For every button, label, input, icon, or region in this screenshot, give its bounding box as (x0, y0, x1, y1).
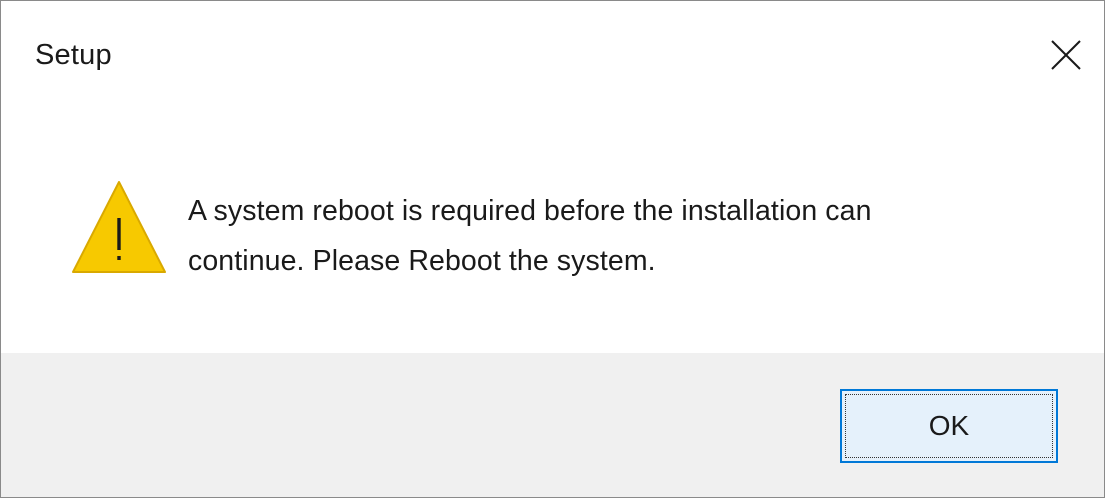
button-bar: OK (1, 353, 1104, 497)
dialog-content: A system reboot is required before the i… (1, 119, 1104, 353)
window-title: Setup (35, 39, 112, 71)
close-icon (1051, 40, 1081, 70)
message-line-2: continue. Please Reboot the system. (188, 245, 656, 277)
warning-icon (72, 181, 166, 273)
title-bar[interactable]: Setup (1, 1, 1104, 119)
message-text: A system reboot is required before the i… (188, 186, 1068, 286)
ok-button-label: OK (928, 410, 970, 441)
ok-button[interactable]: OK (840, 389, 1058, 463)
message-line-1: A system reboot is required before the i… (188, 195, 872, 227)
setup-dialog: Setup A system reboot is required before… (0, 0, 1105, 498)
close-button[interactable] (1012, 1, 1104, 119)
